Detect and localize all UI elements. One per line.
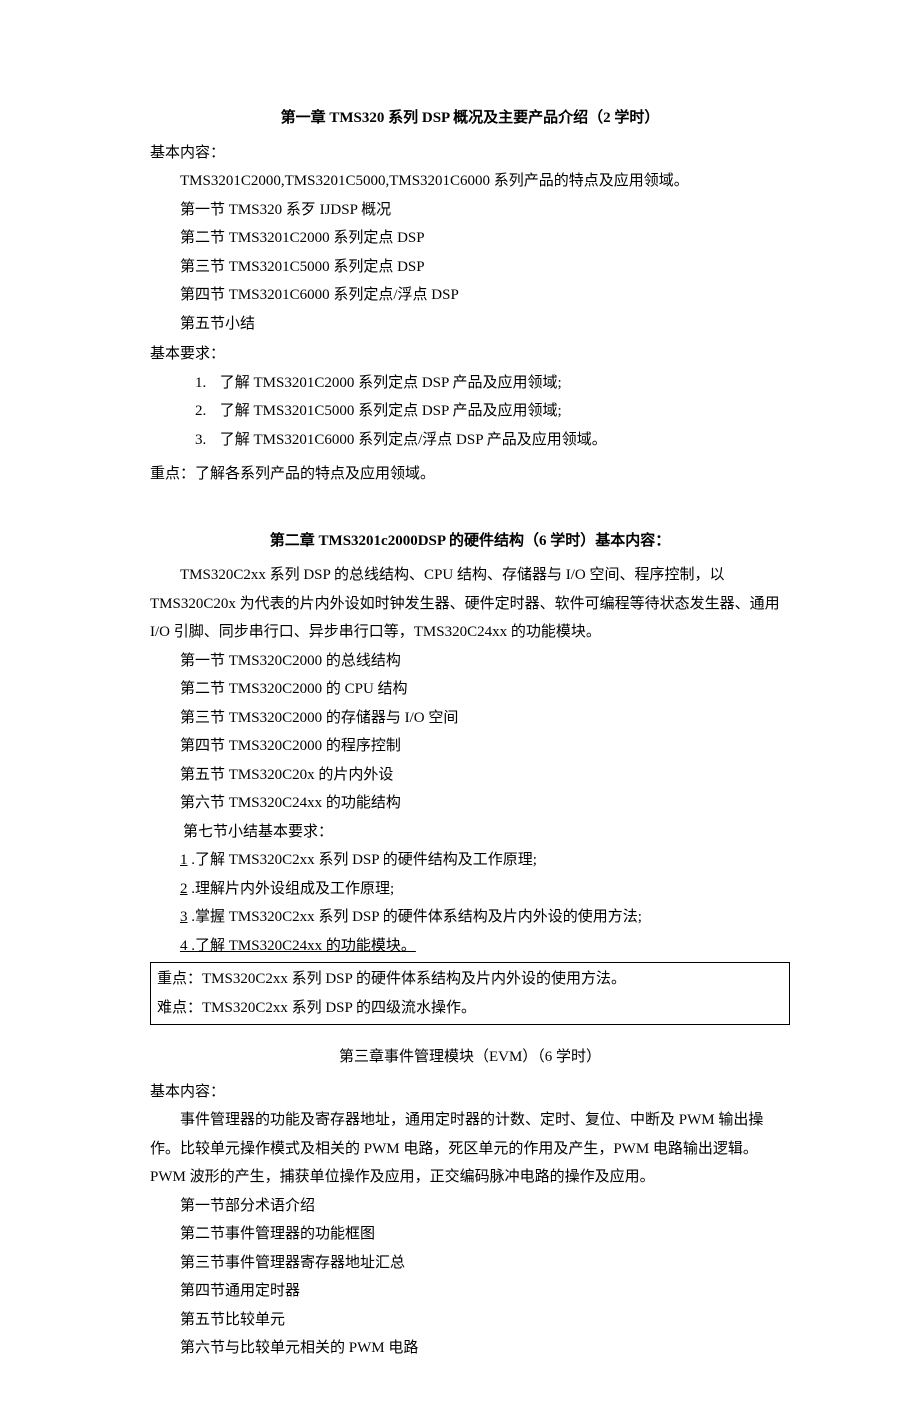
list-number: 2.	[195, 397, 216, 426]
ch1-basic-req-label: 基本要求：	[150, 340, 790, 369]
ch2-req-item: 3 .掌握 TMS320C2xx 系列 DSP 的硬件体系结构及片内外设的使用方…	[150, 903, 790, 932]
ch3-section: 第二节事件管理器的功能框图	[150, 1220, 790, 1249]
ch1-section: 第四节 TMS3201C6000 系列定点/浮点 DSP	[150, 281, 790, 310]
ch2-section: 第四节 TMS320C2000 的程序控制	[150, 732, 790, 761]
ch3-body: 事件管理器的功能及寄存器地址，通用定时器的计数、定时、复位、中断及 PWM 输出…	[150, 1106, 790, 1192]
ch1-intro: TMS3201C2000,TMS3201C5000,TMS3201C6000 系…	[150, 167, 790, 196]
ch2-difficulty: 难点：TMS320C2xx 系列 DSP 的四级流水操作。	[157, 994, 783, 1023]
ch1-section: 第三节 TMS3201C5000 系列定点 DSP	[150, 253, 790, 282]
ch3-section: 第五节比较单元	[150, 1306, 790, 1335]
ch1-basic-content-label: 基本内容：	[150, 139, 790, 168]
ch2-section: 第七节小结基本要求：	[150, 818, 790, 847]
list-number: 4	[180, 932, 188, 961]
list-number: 2	[180, 875, 188, 904]
ch1-req-item: 3. 了解 TMS3201C6000 系列定点/浮点 DSP 产品及应用领域。	[150, 426, 790, 455]
ch2-section: 第六节 TMS320C24xx 的功能结构	[150, 789, 790, 818]
ch2-req-item: 2 .理解片内外设组成及工作原理;	[150, 875, 790, 904]
ch1-section: 第二节 TMS3201C2000 系列定点 DSP	[150, 224, 790, 253]
list-number: 1	[180, 846, 188, 875]
ch2-req-text: .了解 TMS320C24xx 的功能模块。	[188, 938, 416, 954]
ch1-req-text: 了解 TMS3201C2000 系列定点 DSP 产品及应用领域;	[220, 375, 562, 391]
chapter-3-title: 第三章事件管理模块（EVM）（6 学时）	[150, 1043, 790, 1072]
ch2-section: 第一节 TMS320C2000 的总线结构	[150, 647, 790, 676]
ch2-section: 第五节 TMS320C20x 的片内外设	[150, 761, 790, 790]
ch3-section: 第一节部分术语介绍	[150, 1192, 790, 1221]
list-number: 3	[180, 903, 188, 932]
ch2-req-item: 1 .了解 TMS320C2xx 系列 DSP 的硬件结构及工作原理;	[150, 846, 790, 875]
ch1-section: 第一节 TMS320 系歹 IJDSP 概况	[150, 196, 790, 225]
chapter-1-title: 第一章 TMS320 系列 DSP 概况及主要产品介绍（2 学时）	[150, 104, 790, 133]
ch2-section: 第二节 TMS320C2000 的 CPU 结构	[150, 675, 790, 704]
ch2-highlight-box: 重点：TMS320C2xx 系列 DSP 的硬件体系结构及片内外设的使用方法。 …	[150, 962, 790, 1025]
chapter-2-title: 第二章 TMS3201c2000DSP 的硬件结构（6 学时）基本内容：	[150, 527, 790, 556]
ch2-focus: 重点：TMS320C2xx 系列 DSP 的硬件体系结构及片内外设的使用方法。	[157, 965, 783, 994]
ch2-req-item: 4 .了解 TMS320C24xx 的功能模块。	[150, 932, 790, 961]
ch3-section: 第六节与比较单元相关的 PWM 电路	[150, 1334, 790, 1363]
list-number: 1.	[195, 369, 216, 398]
ch1-req-text: 了解 TMS3201C5000 系列定点 DSP 产品及应用领域;	[220, 403, 562, 419]
ch2-section: 第三节 TMS320C2000 的存储器与 I/O 空间	[150, 704, 790, 733]
ch2-req-text: .了解 TMS320C2xx 系列 DSP 的硬件结构及工作原理;	[191, 852, 537, 868]
ch1-req-text: 了解 TMS3201C6000 系列定点/浮点 DSP 产品及应用领域。	[220, 432, 607, 448]
ch3-section: 第四节通用定时器	[150, 1277, 790, 1306]
ch1-section: 第五节小结	[150, 310, 790, 339]
ch1-req-item: 1. 了解 TMS3201C2000 系列定点 DSP 产品及应用领域;	[150, 369, 790, 398]
ch1-req-item: 2. 了解 TMS3201C5000 系列定点 DSP 产品及应用领域;	[150, 397, 790, 426]
ch3-section: 第三节事件管理器寄存器地址汇总	[150, 1249, 790, 1278]
ch2-req-text: .掌握 TMS320C2xx 系列 DSP 的硬件体系结构及片内外设的使用方法;	[191, 909, 642, 925]
document-page: 第一章 TMS320 系列 DSP 概况及主要产品介绍（2 学时） 基本内容： …	[70, 0, 850, 1423]
list-number: 3.	[195, 426, 216, 455]
ch2-req-text: .理解片内外设组成及工作原理;	[191, 881, 394, 897]
ch3-basic-content-label: 基本内容：	[150, 1078, 790, 1107]
ch2-body: TMS320C2xx 系列 DSP 的总线结构、CPU 结构、存储器与 I/O …	[150, 561, 790, 647]
ch1-focus: 重点：了解各系列产品的特点及应用领域。	[150, 460, 790, 489]
